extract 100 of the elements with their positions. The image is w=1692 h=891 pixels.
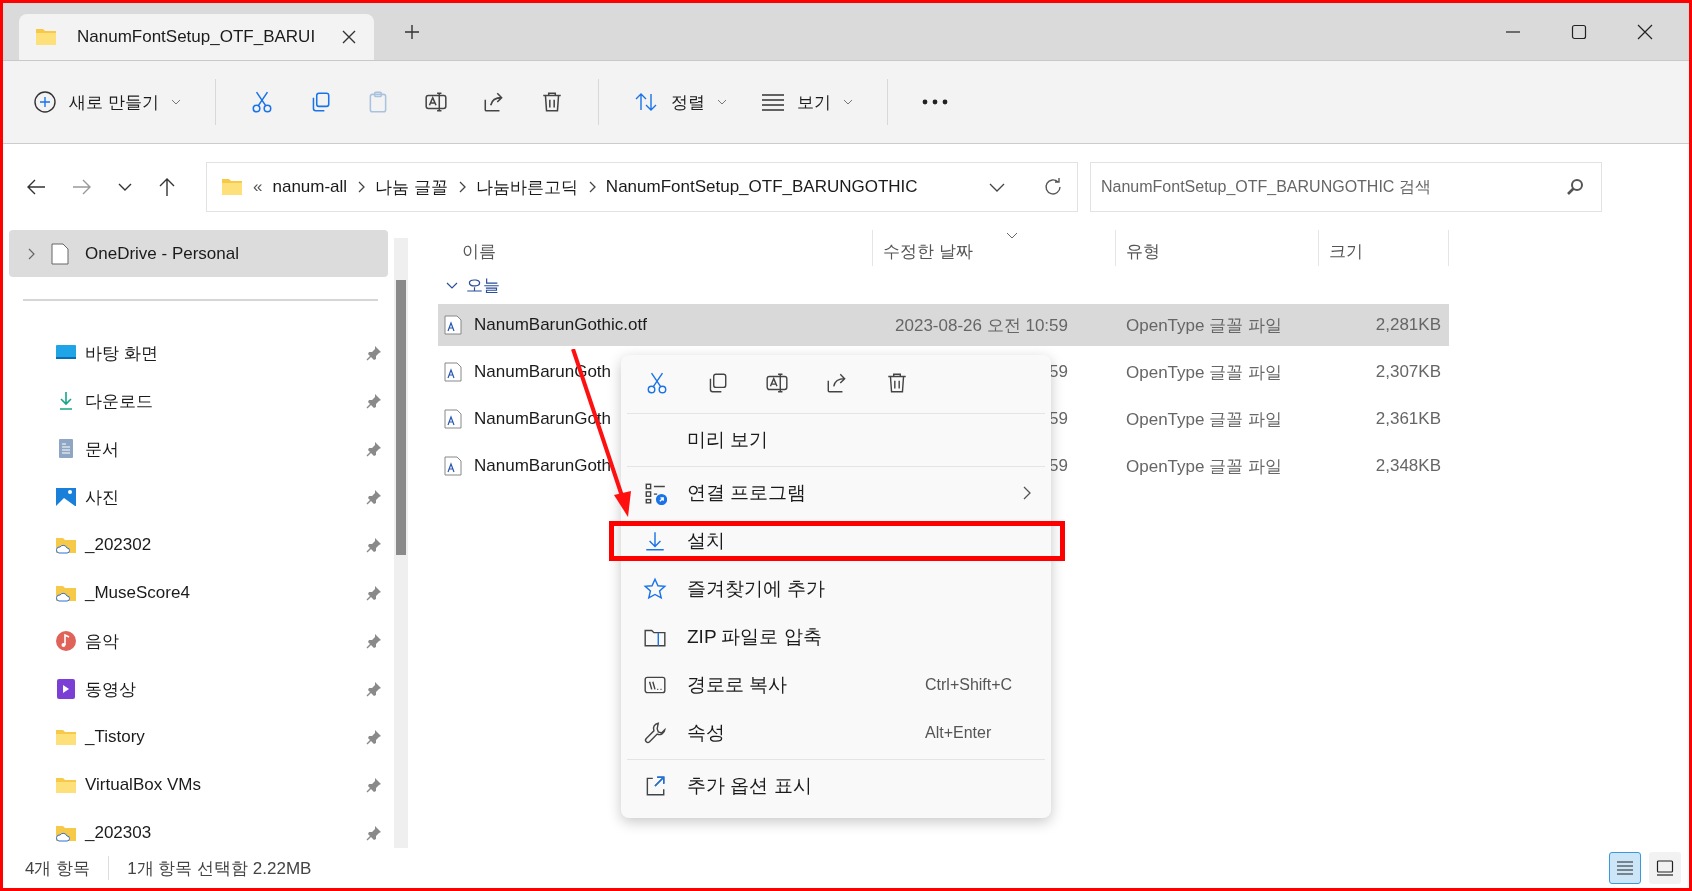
pin-icon[interactable] <box>366 825 382 841</box>
new-tab-icon[interactable] <box>404 23 420 40</box>
menu-item[interactable]: 경로로 복사 Ctrl+Shift+C <box>621 661 1051 709</box>
close-tab-icon[interactable] <box>342 30 356 44</box>
type-cell-text: OpenType 글꼴 파일 <box>1125 455 1283 478</box>
pin-icon[interactable] <box>366 345 382 361</box>
column-header[interactable]: 수정한 날짜 <box>873 230 1116 266</box>
details-view-button[interactable] <box>1609 852 1641 884</box>
shortcut-text: Ctrl+Shift+C <box>925 676 1014 694</box>
file-name: NanumBarunGothic.otf <box>474 315 647 335</box>
sidebar-item[interactable]: _202302 <box>9 521 388 569</box>
videos-icon <box>55 678 77 700</box>
pin-icon[interactable] <box>366 441 382 457</box>
type-cell-text: OpenType 글꼴 파일 <box>1125 361 1283 384</box>
item-count: 4개 항목 <box>25 857 91 880</box>
column-header[interactable]: 유형 <box>1116 230 1319 266</box>
sidebar-item[interactable]: VirtualBox VMs <box>9 761 388 809</box>
font-file-icon <box>444 362 462 382</box>
group-label: 오늘 <box>466 274 500 297</box>
address-bar[interactable]: « nanum-all 나눔 글꼴 나눔바른고딕 NanumFontSetup_OTF_BARUNGOTHIC <box>206 162 1078 212</box>
add-icon <box>33 90 57 114</box>
forward-icon[interactable] <box>72 178 92 196</box>
sort-caret-icon <box>1006 232 1018 239</box>
pin-icon[interactable] <box>366 633 382 649</box>
scrollbar[interactable] <box>394 238 408 848</box>
share-icon[interactable] <box>825 371 849 395</box>
sort-button[interactable]: 정렬 <box>632 84 727 120</box>
size-cell-text: 2,361KB <box>1374 409 1442 429</box>
pictures-icon <box>55 486 77 508</box>
size-cell-text: 2,307KB <box>1374 362 1442 382</box>
shortcut-text: Alt+Enter <box>925 724 993 742</box>
breadcrumb[interactable]: 나눔바른고딕 <box>475 175 578 199</box>
pin-icon[interactable] <box>366 681 382 697</box>
delete-icon[interactable] <box>885 371 909 395</box>
properties-icon <box>643 721 667 745</box>
chevron-icon[interactable] <box>27 247 35 260</box>
sidebar-item[interactable]: 다운로드 <box>9 377 388 425</box>
pin-icon[interactable] <box>366 489 382 505</box>
type-cell-text: OpenType 글꼴 파일 <box>1125 314 1283 337</box>
folder-icon <box>221 178 243 196</box>
sidebar-item[interactable]: 동영상 <box>9 665 388 713</box>
cut-icon[interactable] <box>249 90 274 114</box>
overflow-crumb[interactable]: « <box>253 177 263 197</box>
up-icon[interactable] <box>158 177 176 197</box>
menu-item[interactable]: 연결 프로그램 <box>621 469 1051 517</box>
breadcrumb[interactable]: nanum-all <box>272 177 348 197</box>
font-file-icon <box>444 315 462 335</box>
install-icon <box>643 529 667 553</box>
size-cell-text: 2,281KB <box>1374 315 1442 335</box>
caret-icon <box>716 99 727 105</box>
dropdown-icon[interactable] <box>989 182 1005 192</box>
sidebar-item[interactable]: _MuseScore4 <box>9 569 388 617</box>
tiles-view-button[interactable] <box>1649 852 1681 884</box>
pin-icon[interactable] <box>366 393 382 409</box>
date-cell-text: 2023-08-26 오전 10:59 <box>894 314 1069 337</box>
pin-icon[interactable] <box>366 537 382 553</box>
breadcrumb[interactable]: NanumFontSetup_OTF_BARUNGOTHIC <box>605 177 918 197</box>
refresh-icon[interactable] <box>1043 177 1063 197</box>
tile-icon <box>1656 860 1674 876</box>
file-name: NanumBarunGoth <box>474 456 612 476</box>
search-icon[interactable] <box>1566 178 1584 196</box>
chevron-icon[interactable] <box>587 181 596 193</box>
sidebar-item[interactable]: 문서 <box>9 425 388 473</box>
view-button[interactable]: 보기 <box>760 84 853 120</box>
lines-icon <box>760 92 785 112</box>
pin-icon[interactable] <box>366 585 382 601</box>
type-cell-text: OpenType 글꼴 파일 <box>1125 408 1283 431</box>
chevron-icon[interactable] <box>357 181 366 193</box>
search-field[interactable]: NanumFontSetup_OTF_BARUNGOTHIC 검색 <box>1090 162 1602 212</box>
sidebar-item[interactable]: OneDrive - Personal <box>9 230 388 277</box>
sidebar-item[interactable]: 바탕 화면 <box>9 329 388 377</box>
font-file-icon <box>444 409 462 429</box>
menu-item[interactable]: ZIP 파일로 압축 <box>621 613 1051 661</box>
sidebar-item[interactable]: _Tistory <box>9 713 388 761</box>
menu-item[interactable]: 속성 Alt+Enter <box>621 709 1051 757</box>
menu-item[interactable]: 추가 옵션 표시 <box>621 762 1051 810</box>
column-header[interactable]: 크기 <box>1319 230 1449 266</box>
new-button[interactable]: 새로 만들기 <box>33 84 181 120</box>
pin-icon[interactable] <box>366 777 382 793</box>
column-header[interactable]: 이름 <box>438 230 873 266</box>
rename-icon[interactable] <box>423 90 448 114</box>
back-icon[interactable] <box>26 178 46 196</box>
rename-icon[interactable] <box>765 371 789 395</box>
selected-row[interactable]: NanumBarunGothic.otf 2023-08-26 오전 10:59 OpenType 글꼴 파일 2,281KB <box>438 304 1449 346</box>
size-cell-text: 2,348KB <box>1374 456 1442 476</box>
sidebar-item[interactable]: 사진 <box>9 473 388 521</box>
sidebar-item[interactable]: _202303 <box>9 809 388 857</box>
selection-info: 1개 항목 선택함 2.22MB <box>127 857 312 880</box>
chevron-icon[interactable] <box>457 181 466 193</box>
breadcrumb[interactable]: 나눔 글꼴 <box>375 175 448 199</box>
window-tab[interactable]: NanumFontSetup_OTF_BARUI <box>19 14 374 60</box>
pin-icon[interactable] <box>366 729 382 745</box>
menu-item[interactable]: 즐겨찾기에 추가 <box>621 565 1051 613</box>
sidebar-item[interactable]: 음악 <box>9 617 388 665</box>
recent-locations-icon[interactable] <box>118 183 132 191</box>
cut-icon[interactable] <box>645 371 669 395</box>
close-icon[interactable] <box>1637 23 1653 40</box>
menu-item[interactable]: 설치 <box>621 522 1051 560</box>
menu-item[interactable]: 미리 보기 <box>621 416 1051 464</box>
maximize-icon[interactable] <box>1571 23 1587 40</box>
